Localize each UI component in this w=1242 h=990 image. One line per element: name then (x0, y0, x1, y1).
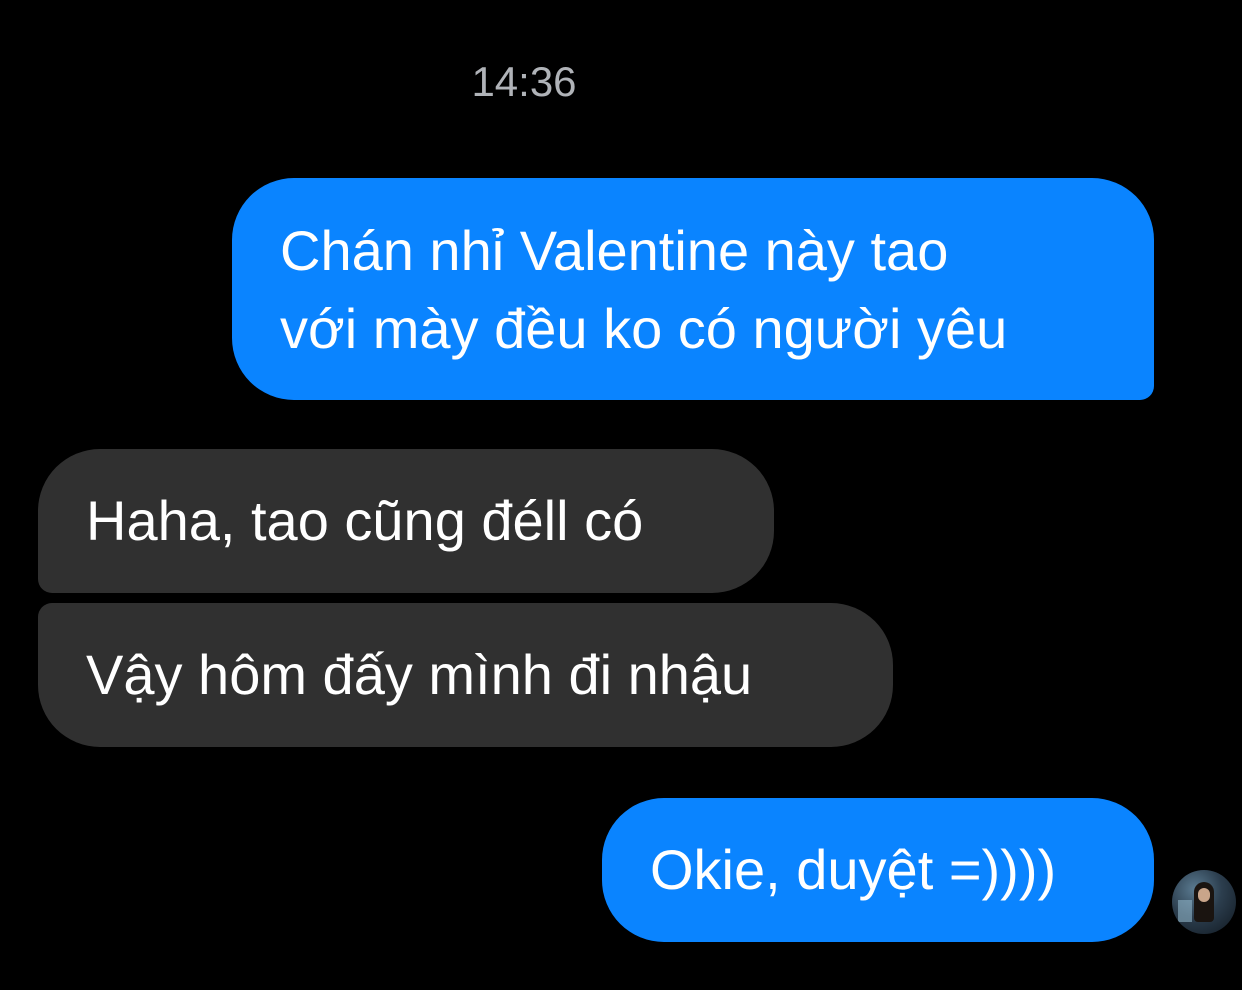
message-text: Haha, tao cũng đéll có (86, 489, 644, 552)
avatar-background-light (1178, 900, 1192, 922)
message-text-line: với mày đều ko có người yêu (280, 297, 1008, 360)
message-text: Vậy hôm đấy mình đi nhậu (86, 643, 753, 706)
outgoing-message-bubble[interactable]: Chán nhỉ Valentine này tao với mày đều k… (232, 178, 1154, 400)
message-text: Okie, duyệt =)))) (650, 838, 1057, 901)
seen-avatar-icon[interactable] (1172, 870, 1236, 934)
message-timestamp: 14:36 (471, 58, 577, 105)
message-text-line: Chán nhỉ Valentine này tao (280, 219, 949, 282)
incoming-message-bubble[interactable]: Haha, tao cũng đéll có (38, 449, 774, 593)
avatar-face (1198, 888, 1210, 902)
incoming-message-bubble[interactable]: Vậy hôm đấy mình đi nhậu (38, 603, 893, 747)
outgoing-message-bubble[interactable]: Okie, duyệt =)))) (602, 798, 1154, 942)
